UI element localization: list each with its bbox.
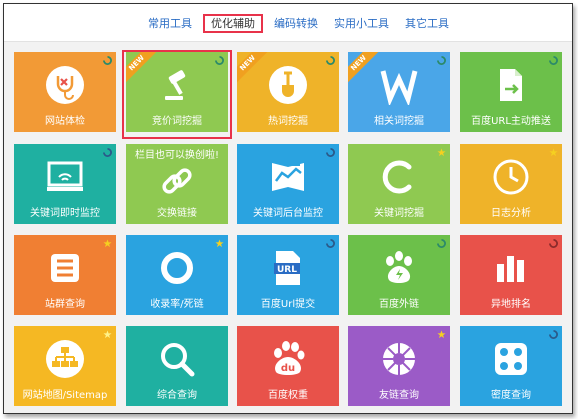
tool-related-keyword-mining[interactable]: NEW 相关词挖掘 <box>348 52 450 132</box>
tile-label: 综合查询 <box>157 390 197 401</box>
loading-icon <box>326 148 335 157</box>
tile-label: 百度外链 <box>379 299 419 310</box>
tile-note: 栏目也可以换创啦! <box>134 150 219 161</box>
star-icon <box>437 148 446 157</box>
dice-icon <box>491 339 531 379</box>
tool-sitemap[interactable]: 网站地图/Sitemap <box>14 326 116 406</box>
tab-common-tools[interactable]: 常用工具 <box>140 14 200 33</box>
tile-label: 百度URL主动推送 <box>471 116 551 127</box>
tab-list: 常用工具 优化辅助 编码转换 实用小工具 其它工具 <box>140 14 457 33</box>
tool-friendly-link-query[interactable]: 友链查询 <box>348 326 450 406</box>
tool-baidu-url-submit[interactable]: URL 百度Url提交 <box>237 235 339 315</box>
loading-icon <box>549 330 558 339</box>
shovel-icon <box>268 65 308 105</box>
star-icon <box>437 330 446 339</box>
new-badge: NEW <box>237 52 270 86</box>
tool-remote-ranking[interactable]: 异地排名 <box>460 235 562 315</box>
tool-site-group-query[interactable]: 站群查询 <box>14 235 116 315</box>
tile-label: 关键词后台监控 <box>253 208 323 219</box>
tool-baidu-weight[interactable]: du 百度权重 <box>237 326 339 406</box>
aperture-icon <box>379 339 419 379</box>
chart-icon <box>268 157 308 197</box>
tool-site-checkup[interactable]: 网站体检 <box>14 52 116 132</box>
loading-icon <box>326 239 335 248</box>
tile-label: 竞价词挖掘 <box>152 116 202 127</box>
baidu-du-icon: du <box>268 339 308 379</box>
loading-icon <box>437 56 446 65</box>
tab-bar: 常用工具 优化辅助 编码转换 实用小工具 其它工具 <box>4 4 572 42</box>
new-badge: NEW <box>126 52 159 86</box>
tile-label: 网站地图/Sitemap <box>22 390 108 401</box>
loading-icon <box>215 56 224 65</box>
tab-other-tools[interactable]: 其它工具 <box>397 14 457 33</box>
svg-text:du: du <box>281 363 295 374</box>
star-icon <box>103 239 112 248</box>
monitor-icon <box>45 157 85 197</box>
sitemap-icon <box>45 339 85 379</box>
svg-text:URL: URL <box>277 265 297 275</box>
list-icon <box>45 248 85 288</box>
tile-label: 收录率/死链 <box>150 299 204 310</box>
tool-log-analysis[interactable]: 日志分析 <box>460 144 562 224</box>
url-file-icon: URL <box>268 248 308 288</box>
loading-icon <box>549 56 558 65</box>
tile-label: 百度Url提交 <box>260 299 316 310</box>
c-letter-icon <box>379 157 419 197</box>
tile-label: 网站体检 <box>45 116 85 127</box>
tool-comprehensive-query[interactable]: 综合查询 <box>126 326 228 406</box>
link-icon <box>157 161 197 201</box>
stethoscope-shield-icon <box>45 65 85 105</box>
tile-label: 日志分析 <box>491 208 531 219</box>
star-icon <box>103 330 112 339</box>
tile-label: 交换链接 <box>157 208 197 219</box>
tile-label: 密度查询 <box>491 390 531 401</box>
window-frame: 常用工具 优化辅助 编码转换 实用小工具 其它工具 网站体检 NEW 竞价词挖掘… <box>3 3 573 414</box>
tab-optimization-aid[interactable]: 优化辅助 <box>203 14 263 33</box>
tile-label: 关键词即时监控 <box>30 208 100 219</box>
tile-label: 热词挖掘 <box>268 116 308 127</box>
tool-bidding-keyword-mining[interactable]: NEW 竞价词挖掘 <box>126 52 228 132</box>
w-letter-icon <box>379 65 419 105</box>
new-badge: NEW <box>348 52 381 86</box>
tool-grid: 网站体检 NEW 竞价词挖掘 NEW 热词挖掘 NEW 相关词挖掘 百度URL主… <box>14 50 562 408</box>
loading-icon <box>437 239 446 248</box>
file-export-icon <box>491 65 531 105</box>
loading-icon <box>326 56 335 65</box>
tool-keyword-mining[interactable]: 关键词挖掘 <box>348 144 450 224</box>
tile-label: 站群查询 <box>45 299 85 310</box>
tool-baidu-backlinks[interactable]: 百度外链 <box>348 235 450 315</box>
tool-density-query[interactable]: 密度查询 <box>460 326 562 406</box>
tab-utilities[interactable]: 实用小工具 <box>326 14 397 33</box>
tab-encoding[interactable]: 编码转换 <box>266 14 326 33</box>
tool-keyword-backend-monitor[interactable]: 关键词后台监控 <box>237 144 339 224</box>
tool-hot-keyword-mining[interactable]: NEW 热词挖掘 <box>237 52 339 132</box>
magnifier-icon <box>157 339 197 379</box>
ring-icon <box>157 248 197 288</box>
loading-icon <box>549 239 558 248</box>
tool-link-exchange[interactable]: 栏目也可以换创啦! 交换链接 <box>126 144 228 224</box>
loading-icon <box>103 56 112 65</box>
tile-label: 关键词挖掘 <box>374 208 424 219</box>
bars-icon <box>491 248 531 288</box>
tool-keyword-instant-monitor[interactable]: 关键词即时监控 <box>14 144 116 224</box>
star-icon <box>549 148 558 157</box>
star-icon <box>215 239 224 248</box>
baidu-paw-icon <box>379 248 419 288</box>
gavel-icon <box>157 65 197 105</box>
clock-icon <box>491 157 531 197</box>
tile-label: 百度权重 <box>268 390 308 401</box>
tile-label: 友链查询 <box>379 390 419 401</box>
tool-baidu-url-push[interactable]: 百度URL主动推送 <box>460 52 562 132</box>
tool-index-rate-dead-links[interactable]: 收录率/死链 <box>126 235 228 315</box>
tile-label: 相关词挖掘 <box>374 116 424 127</box>
loading-icon <box>103 148 112 157</box>
tile-label: 异地排名 <box>491 299 531 310</box>
